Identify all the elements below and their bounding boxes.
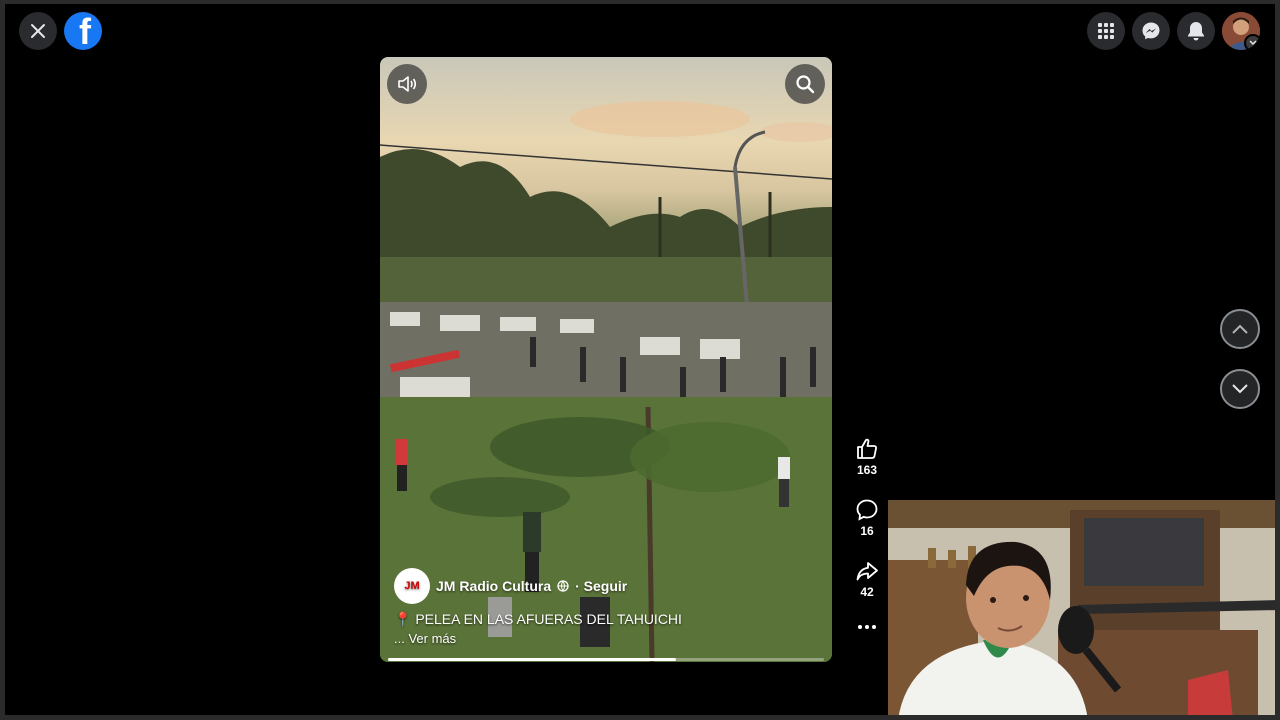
chevron-down-icon [1249, 40, 1257, 46]
menu-button[interactable] [1087, 12, 1125, 50]
close-icon [31, 24, 45, 38]
video-progress-fill [388, 658, 676, 661]
globe-icon [557, 580, 569, 592]
bell-icon [1188, 22, 1204, 41]
webcam-feed [888, 500, 1280, 720]
chevron-down-icon [1232, 384, 1248, 394]
channel-avatar[interactable]: JM [394, 568, 430, 604]
reel-video[interactable]: JM JM Radio Cultura · Seguir 📍 PELEA EN … [380, 57, 832, 662]
channel-info: JM JM Radio Cultura · Seguir [394, 568, 627, 604]
messenger-button[interactable] [1132, 12, 1170, 50]
more-options-button[interactable] [848, 624, 886, 632]
speaker-icon [398, 76, 417, 92]
profile-avatar[interactable] [1222, 12, 1260, 50]
facebook-logo[interactable]: f [64, 12, 102, 50]
follow-button[interactable]: · Seguir [575, 578, 627, 594]
close-button[interactable] [19, 12, 57, 50]
share-count: 42 [860, 585, 874, 599]
comment-action[interactable]: 16 [848, 498, 886, 538]
grid-icon [1098, 23, 1114, 39]
comment-icon [856, 499, 878, 521]
video-progress-bar[interactable] [388, 658, 824, 661]
account-menu-chevron[interactable] [1244, 34, 1260, 50]
next-video-button[interactable] [1220, 369, 1260, 409]
more-icon [858, 625, 876, 629]
see-more-link[interactable]: ... Ver más [394, 631, 456, 646]
like-count: 163 [856, 463, 878, 477]
previous-video-button[interactable] [1220, 309, 1260, 349]
like-action[interactable]: 163 [848, 437, 886, 477]
search-icon [796, 75, 815, 94]
share-action[interactable]: 42 [848, 559, 886, 599]
channel-name[interactable]: JM Radio Cultura [436, 578, 551, 594]
share-icon [856, 562, 878, 581]
sound-toggle-button[interactable] [387, 64, 427, 104]
video-caption: 📍 PELEA EN LAS AFUERAS DEL TAHUICHI [394, 611, 682, 627]
search-button[interactable] [785, 64, 825, 104]
notifications-button[interactable] [1177, 12, 1215, 50]
chevron-up-icon [1232, 324, 1248, 334]
thumbs-up-icon [857, 438, 877, 459]
comment-count: 16 [860, 524, 874, 538]
webcam-overlay [888, 500, 1280, 720]
messenger-icon [1142, 22, 1160, 40]
